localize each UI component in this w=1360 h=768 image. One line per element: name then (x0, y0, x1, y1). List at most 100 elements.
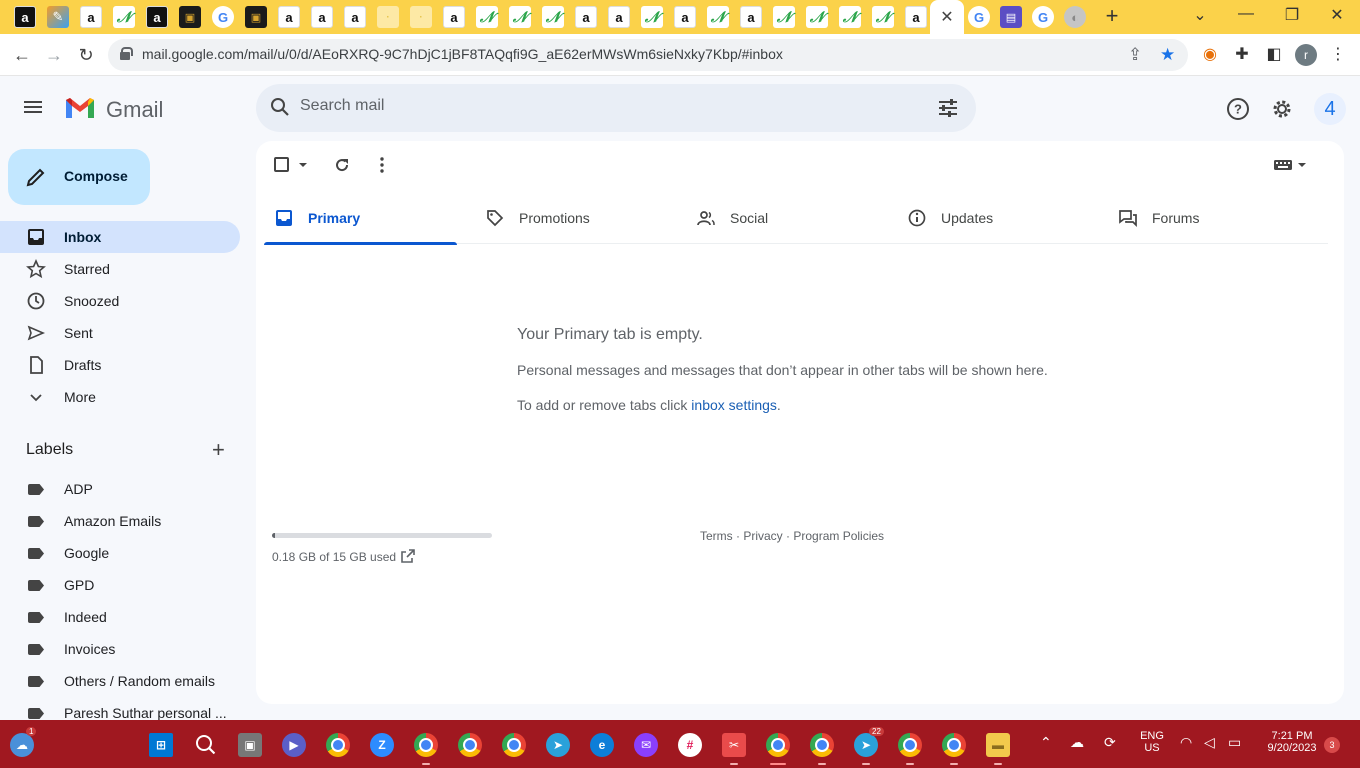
messenger-icon[interactable]: ✉ (634, 733, 658, 757)
omnibox[interactable]: mail.google.com/mail/u/0/d/AEoRXRQ-9C7hD… (108, 39, 1188, 71)
refresh-icon[interactable] (332, 155, 352, 175)
browser-tab-google-icon[interactable]: G (212, 6, 234, 28)
tab-google-2[interactable]: G (1032, 6, 1054, 28)
browser-tab-pale-icon[interactable]: · (377, 6, 399, 28)
browser-tab-amazon-icon[interactable]: a (278, 6, 300, 28)
browser-tab-amazon-icon[interactable]: a (146, 6, 168, 28)
task-view-icon[interactable]: ▣ (238, 733, 262, 757)
side-panel-icon[interactable]: ◧ (1263, 44, 1285, 66)
profile-avatar[interactable]: r (1295, 44, 1317, 66)
label-item[interactable]: Amazon Emails (0, 505, 240, 537)
tab-globe[interactable]: ◐ (1064, 6, 1086, 28)
select-all-checkbox[interactable] (272, 155, 292, 175)
snipping-tool-icon[interactable]: ✂ (722, 733, 746, 757)
sidebar-item-drafts[interactable]: Drafts (0, 349, 240, 381)
language-indicator[interactable]: ENG US (1138, 730, 1166, 754)
browser-tab-amazon-icon[interactable]: a (740, 6, 762, 28)
open-in-new-icon[interactable] (400, 548, 416, 564)
sidebar-item-more[interactable]: More (0, 381, 240, 413)
lock-icon[interactable] (120, 47, 133, 60)
extension-icon[interactable]: ◉ (1199, 44, 1221, 66)
label-item[interactable]: Invoices (0, 633, 240, 665)
terms-link[interactable]: Terms (700, 529, 733, 543)
sidebar-item-inbox[interactable]: Inbox (0, 221, 240, 253)
gmail-wordmark[interactable]: Gmail (106, 97, 163, 123)
wifi-icon[interactable]: ◠ (1180, 734, 1192, 751)
privacy-link[interactable]: Privacy (743, 529, 782, 543)
tab-social[interactable]: Social (686, 196, 897, 244)
teams-chat-icon[interactable]: ▶ (282, 733, 306, 757)
help-icon[interactable]: ? (1226, 97, 1250, 121)
keyboard-input-icon[interactable] (1272, 155, 1310, 175)
more-options-icon[interactable] (372, 155, 392, 175)
browser-tab-green-app-icon[interactable]: 𝒩 (542, 6, 564, 28)
bookmark-star-icon[interactable]: ★ (1160, 45, 1175, 65)
forward-button[interactable]: → (42, 43, 66, 67)
program-policies-link[interactable]: Program Policies (793, 529, 884, 543)
chrome-profile-icon[interactable] (810, 733, 834, 757)
edge-icon[interactable]: e (590, 733, 614, 757)
window-close-button[interactable]: ✕ (1325, 5, 1349, 25)
clock[interactable]: 7:21 PM 9/20/2023 (1262, 730, 1322, 754)
inbox-settings-link[interactable]: inbox settings (691, 397, 777, 413)
create-label-button[interactable]: + (212, 439, 225, 461)
volume-icon[interactable]: ◁ (1204, 734, 1215, 751)
compose-button[interactable]: Compose (8, 149, 150, 205)
chrome-profile-icon[interactable] (458, 733, 482, 757)
label-item[interactable]: ADP (0, 473, 240, 505)
tab-updates[interactable]: Updates (897, 196, 1108, 244)
zoom-icon[interactable]: Z (370, 733, 394, 757)
tab-google[interactable]: G (968, 6, 990, 28)
show-hidden-icons-chevron[interactable]: ⌃ (1040, 734, 1052, 751)
file-explorer-icon[interactable]: ▬ (986, 733, 1010, 757)
telegram-icon[interactable]: ➤ (546, 733, 570, 757)
browser-tab-amazon-icon[interactable]: a (608, 6, 630, 28)
label-item[interactable]: Indeed (0, 601, 240, 633)
browser-tab-amazon-icon[interactable]: a (80, 6, 102, 28)
browser-tab-green-app-icon[interactable]: 𝒩 (806, 6, 828, 28)
chrome-profile-icon[interactable] (898, 733, 922, 757)
google-account-avatar[interactable]: 4 (1314, 93, 1346, 125)
share-icon[interactable]: ⇪ (1128, 45, 1142, 65)
browser-tab-amazon-icon[interactable]: a (674, 6, 696, 28)
reload-button[interactable]: ↻ (74, 43, 98, 67)
chrome-profile-icon[interactable] (414, 733, 438, 757)
browser-tab-pencil-icon[interactable]: ✎ (47, 6, 69, 28)
browser-tab-amazon-icon[interactable]: a (575, 6, 597, 28)
browser-tab-green-app-icon[interactable]: 𝒩 (773, 6, 795, 28)
browser-tab-green-app-icon[interactable]: 𝒩 (872, 6, 894, 28)
maximize-button[interactable]: ❐ (1280, 5, 1304, 25)
sidebar-item-snoozed[interactable]: Snoozed (0, 285, 240, 317)
search-input[interactable] (300, 97, 900, 115)
chrome-icon[interactable] (326, 733, 350, 757)
browser-tab-pale-icon[interactable]: · (410, 6, 432, 28)
chrome-profile-icon[interactable] (942, 733, 966, 757)
browser-tab-amazon-icon[interactable]: a (14, 6, 36, 28)
tab-forms[interactable]: ▤ (1000, 6, 1022, 28)
browser-tab-amazon-icon[interactable]: a (443, 6, 465, 28)
browser-menu-icon[interactable]: ⋮ (1327, 44, 1349, 66)
browser-tab-amazon-icon[interactable]: a (344, 6, 366, 28)
start-windows-icon[interactable]: ⊞ (149, 733, 173, 757)
select-dropdown-icon[interactable] (293, 155, 313, 175)
browser-tab-game-icon[interactable]: ▣ (245, 6, 267, 28)
sidebar-item-starred[interactable]: Starred (0, 253, 240, 285)
search-icon[interactable] (270, 97, 290, 117)
browser-tab-green-app-icon[interactable]: 𝒩 (476, 6, 498, 28)
label-item[interactable]: Google (0, 537, 240, 569)
sidebar-item-sent[interactable]: Sent (0, 317, 240, 349)
browser-tab-game-icon[interactable]: ▣ (179, 6, 201, 28)
minimize-button[interactable]: — (1234, 5, 1258, 23)
settings-gear-icon[interactable] (1270, 97, 1294, 121)
label-item[interactable]: GPD (0, 569, 240, 601)
puzzle-icon[interactable]: ✚ (1231, 44, 1253, 66)
browser-tab-green-app-icon[interactable]: 𝒩 (509, 6, 531, 28)
new-tab-button[interactable]: + (1100, 5, 1124, 29)
label-item[interactable]: Others / Random emails (0, 665, 240, 697)
main-menu-icon[interactable] (24, 98, 46, 120)
chrome-profile-icon[interactable] (502, 733, 526, 757)
browser-tab-amazon-icon[interactable]: a (905, 6, 927, 28)
tab-promotions[interactable]: Promotions (475, 196, 686, 244)
tab-forums[interactable]: Forums (1108, 196, 1319, 244)
battery-icon[interactable]: ▭ (1228, 734, 1241, 751)
